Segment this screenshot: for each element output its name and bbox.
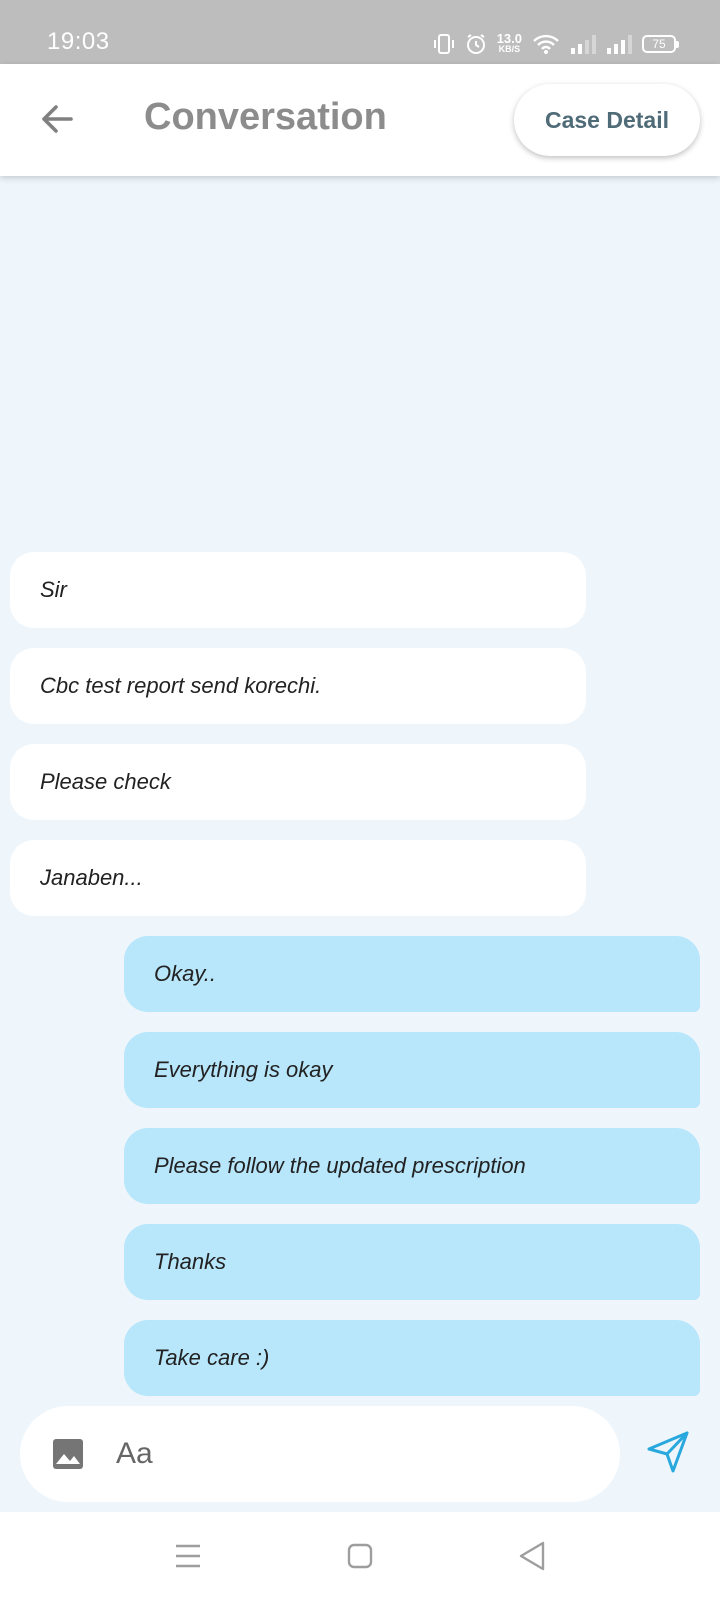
wifi-icon xyxy=(532,33,560,55)
app-bar: Conversation Case Detail xyxy=(0,64,720,176)
send-icon xyxy=(647,1431,689,1473)
network-speed-value: 13.0 xyxy=(496,31,522,46)
conversation-screen: 19:03 13.0 KB/S 75 Conversation Case Det… xyxy=(0,0,720,1600)
battery-indicator: 75 xyxy=(642,35,679,53)
case-detail-button[interactable]: Case Detail xyxy=(514,84,700,156)
alarm-icon xyxy=(465,33,487,55)
message-input[interactable] xyxy=(116,1430,596,1478)
send-button[interactable] xyxy=(640,1424,696,1480)
home-square-icon xyxy=(347,1543,373,1569)
message-bubble-outgoing: Everything is okay xyxy=(124,1032,700,1108)
message-bubble-outgoing: Thanks xyxy=(124,1224,700,1300)
message-bubble-incoming: Sir xyxy=(10,552,586,628)
status-time: 19:03 xyxy=(47,28,110,55)
back-button[interactable] xyxy=(30,92,84,146)
back-triangle-icon xyxy=(519,1541,545,1571)
vibrate-icon xyxy=(433,33,455,55)
message-bubble-incoming: Janaben... xyxy=(10,840,586,916)
network-speed-unit: KB/S xyxy=(498,44,521,54)
image-icon xyxy=(53,1439,83,1469)
signal-icon xyxy=(570,34,596,54)
network-speed: 13.0 KB/S xyxy=(496,31,522,54)
message-bubble-incoming: Cbc test report send korechi. xyxy=(10,648,586,724)
nav-home-button[interactable] xyxy=(340,1536,380,1576)
message-bubble-outgoing: Please follow the updated prescription xyxy=(124,1128,700,1204)
nav-back-button[interactable] xyxy=(512,1536,552,1576)
system-nav-bar xyxy=(0,1512,720,1600)
message-bubble-incoming: Please check xyxy=(10,744,586,820)
status-bar: 19:03 13.0 KB/S 75 xyxy=(0,0,720,64)
signal-icon-2 xyxy=(606,34,632,54)
status-icons: 13.0 KB/S 75 xyxy=(433,30,679,58)
menu-icon xyxy=(176,1544,200,1568)
arrow-left-icon xyxy=(42,105,73,133)
message-bubble-outgoing: Okay.. xyxy=(124,936,700,1012)
message-composer xyxy=(20,1406,620,1502)
page-title: Conversation xyxy=(144,96,387,138)
nav-menu-button[interactable] xyxy=(168,1536,208,1576)
attach-image-button[interactable] xyxy=(52,1438,84,1470)
message-bubble-outgoing: Take care :) xyxy=(124,1320,700,1396)
